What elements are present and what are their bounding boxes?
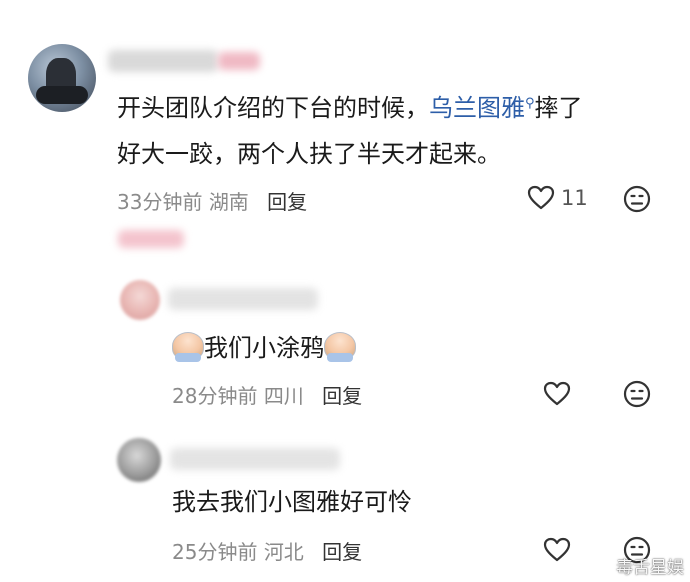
reply-avatar[interactable] — [117, 438, 161, 482]
reply-text: 我们小涂鸦 — [172, 328, 356, 368]
like-count: 11 — [561, 186, 588, 210]
comment-text-line2: 好大一跤，两个人扶了半天才起来。 — [117, 140, 501, 168]
user-badge-blurred — [218, 52, 260, 70]
weibo-logo-icon — [590, 558, 611, 575]
mention-link[interactable]: 乌兰图雅⚲ — [429, 94, 535, 122]
reply-location: 四川 — [263, 384, 304, 408]
reply-button[interactable]: 回复 — [322, 384, 362, 408]
comment-text-line1: 开头团队介绍的下台的时候，乌兰图雅⚲摔了 — [117, 94, 583, 122]
dislike-button[interactable] — [623, 380, 651, 408]
meh-face-icon — [623, 185, 651, 213]
like-button[interactable] — [543, 381, 571, 407]
reply-meta: 25分钟前 河北 回复 — [172, 536, 362, 565]
heart-outline-icon — [527, 185, 555, 210]
comment-time: 33分钟前 — [117, 190, 203, 214]
reply-location: 河北 — [263, 540, 304, 564]
avatar[interactable] — [28, 44, 96, 112]
dislike-button[interactable] — [623, 185, 651, 213]
comment-location: 湖南 — [208, 190, 249, 214]
reply-button[interactable]: 回复 — [322, 540, 362, 564]
heart-outline-icon — [543, 537, 571, 562]
username-blurred[interactable] — [108, 50, 218, 72]
sticker-emoji-icon — [172, 332, 204, 362]
reply-avatar[interactable] — [120, 280, 160, 320]
reply-button[interactable]: 回复 — [267, 190, 307, 214]
reply-meta: 28分钟前 四川 回复 — [172, 380, 362, 409]
meh-face-icon — [623, 380, 651, 408]
watermark-text: 毒舌星娱 — [616, 558, 684, 578]
reply-time: 25分钟前 — [172, 540, 258, 564]
watermark: 毒舌星娱 — [590, 553, 684, 578]
heart-outline-icon — [543, 381, 571, 406]
search-icon: ⚲ — [525, 96, 535, 111]
reply-time: 28分钟前 — [172, 384, 258, 408]
like-button[interactable] — [543, 537, 571, 563]
reply-username-blurred[interactable] — [168, 288, 318, 310]
sticker-emoji-icon — [324, 332, 356, 362]
like-button[interactable]: 11 — [527, 185, 588, 211]
reply-username-blurred[interactable] — [170, 448, 340, 470]
reply-text: 我去我们小图雅好可怜 — [172, 488, 412, 516]
comment-meta: 33分钟前 湖南 回复 — [117, 186, 307, 215]
avatar-motorbike — [36, 86, 88, 104]
reply-target-blurred — [118, 230, 184, 248]
